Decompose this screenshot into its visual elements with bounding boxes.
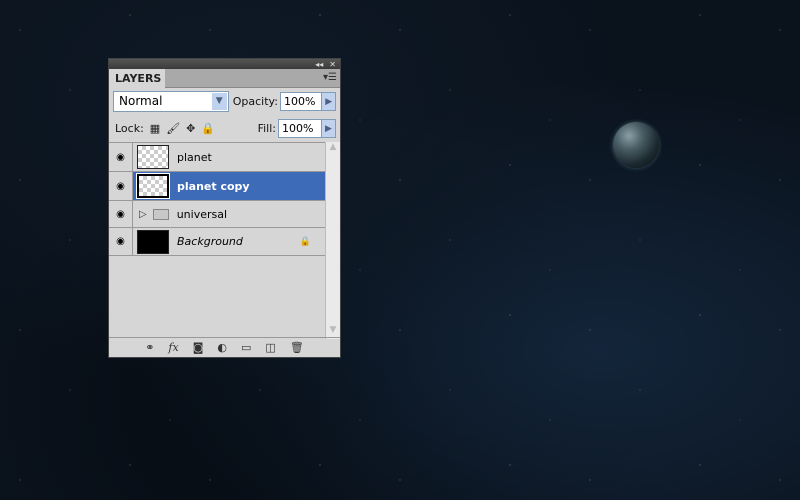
- expand-triangle-icon[interactable]: ▷: [139, 209, 147, 220]
- layer-thumbnail: [136, 173, 170, 199]
- close-icon[interactable]: ✕: [329, 60, 336, 69]
- opacity-input[interactable]: 100%: [279, 91, 323, 111]
- link-layers-icon[interactable]: ⚭: [145, 341, 154, 354]
- trash-icon[interactable]: 🗑: [290, 341, 304, 354]
- eye-icon[interactable]: ◉: [109, 228, 133, 255]
- eye-icon[interactable]: ◉: [109, 143, 133, 171]
- tab-layers[interactable]: LAYERS: [109, 69, 165, 88]
- panel-menu-icon[interactable]: ▾☰: [323, 72, 337, 83]
- folder-icon: [152, 208, 169, 220]
- new-layer-icon[interactable]: ◫: [265, 341, 275, 354]
- layer-row-universal[interactable]: ◉ ▷ universal: [109, 201, 325, 228]
- eye-icon[interactable]: ◉: [109, 172, 133, 200]
- fill-slider-button[interactable]: ▶: [322, 118, 336, 138]
- lock-all-icon[interactable]: 🔒: [201, 122, 215, 135]
- new-group-icon[interactable]: ▭: [241, 341, 251, 354]
- panel-titlebar: ◂◂ ✕: [109, 59, 340, 69]
- layer-row-planet-copy[interactable]: ◉ planet copy: [109, 172, 325, 201]
- collapse-icon[interactable]: ◂◂: [315, 60, 323, 69]
- opacity-slider-button[interactable]: ▶: [322, 91, 336, 111]
- planet-image: [613, 122, 659, 168]
- adjustment-layer-icon[interactable]: ◐: [217, 341, 227, 354]
- layer-mask-icon[interactable]: ◙: [193, 341, 204, 354]
- layers-panel: ◂◂ ✕ LAYERS ▾☰ Normal ▼ Opacity: 100% ▶ L…: [108, 58, 341, 358]
- layer-row-planet[interactable]: ◉ planet: [109, 143, 325, 172]
- lock-label: Lock:: [115, 121, 144, 135]
- chevron-down-icon: ▼: [211, 92, 227, 110]
- lock-move-icon[interactable]: ✥: [186, 122, 195, 135]
- lock-brush-icon[interactable]: 🖌: [166, 122, 180, 135]
- layer-thumbnail: [137, 145, 169, 169]
- fill-label: Fill:: [257, 121, 276, 135]
- fx-icon[interactable]: fx: [168, 341, 178, 354]
- lock-transparent-icon[interactable]: ▦: [150, 122, 160, 135]
- blend-mode-select[interactable]: Normal ▼: [113, 90, 229, 112]
- layer-row-background[interactable]: ◉ Background 🔒: [109, 228, 325, 256]
- scroll-up-icon[interactable]: ▲: [326, 142, 340, 156]
- opacity-label: Opacity:: [232, 94, 278, 108]
- eye-icon[interactable]: ◉: [109, 201, 133, 227]
- panel-footer-toolbar: ⚭ fx ◙ ◐ ▭ ◫ 🗑: [109, 337, 340, 357]
- fill-input[interactable]: 100%: [278, 118, 322, 138]
- layers-scrollbar[interactable]: ▲ ▼: [325, 142, 340, 339]
- layers-list: ◉ planet ◉ planet copy ◉ ▷ universal ◉ B…: [109, 142, 325, 339]
- layer-thumbnail: [137, 229, 169, 254]
- lock-icon: 🔒: [299, 236, 311, 247]
